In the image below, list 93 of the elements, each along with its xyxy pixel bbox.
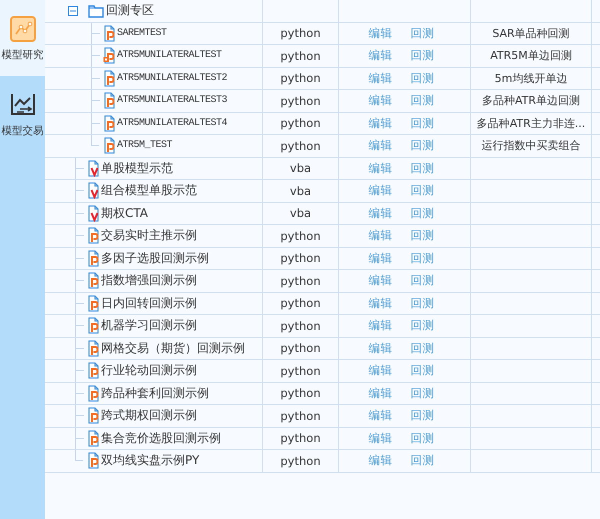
item-name: 集合竞价选股回测示例 — [101, 430, 221, 447]
item-name: 网格交易（期货）回测示例 — [101, 340, 245, 357]
edit-link[interactable]: 编辑 — [368, 206, 392, 221]
backtest-link[interactable]: 回测 — [410, 206, 434, 221]
language-label: python — [280, 26, 321, 40]
edit-link[interactable]: 编辑 — [368, 340, 392, 356]
language-label: python — [280, 274, 321, 288]
description-text: 多品种ATR单边回测 — [482, 93, 580, 108]
edit-link[interactable]: 编辑 — [368, 296, 392, 311]
item-name: ATR5MUNILATERALTEST4 — [117, 118, 228, 129]
edit-link[interactable]: 编辑 — [368, 363, 392, 378]
backtest-link[interactable]: 回测 — [410, 340, 434, 356]
backtest-link[interactable]: 回测 — [410, 116, 434, 131]
item-name: 回测专区 — [106, 2, 154, 20]
item-name: 组合模型单股示范 — [101, 182, 197, 200]
language-label: vba — [290, 184, 312, 198]
backtest-link[interactable]: 回测 — [410, 273, 434, 288]
backtest-link[interactable]: 回测 — [410, 363, 434, 378]
language-label: vba — [290, 206, 312, 220]
description-text: 5m均线开单边 — [494, 70, 568, 86]
edit-link[interactable]: 编辑 — [368, 93, 392, 108]
language-label: python — [280, 341, 321, 356]
edit-link[interactable]: 编辑 — [368, 430, 392, 446]
item-name: ATR5MUNILATERALTEST2 — [117, 72, 228, 84]
backtest-link[interactable]: 回测 — [410, 160, 434, 176]
edit-link[interactable]: 编辑 — [368, 26, 392, 41]
item-name: 多因子选股回测示例 — [101, 250, 209, 267]
item-name: 机器学习回测示例 — [101, 317, 197, 334]
edit-link[interactable]: 编辑 — [368, 70, 392, 86]
item-name: 期权CTA — [101, 204, 148, 222]
item-name: 单股模型示范 — [101, 160, 173, 177]
backtest-link[interactable]: 回测 — [410, 430, 434, 446]
item-name: ATR5MUNILATERALTEST3 — [117, 95, 228, 106]
language-label: python — [280, 386, 321, 400]
language-label: python — [280, 364, 321, 378]
language-label: python — [280, 116, 321, 130]
edit-link[interactable]: 编辑 — [368, 160, 392, 176]
edit-link[interactable]: 编辑 — [368, 48, 392, 64]
item-name: 双均线实盘示例PY — [101, 452, 200, 470]
description-text: 运行指数中买卖组合 — [482, 138, 580, 154]
sidebar-item[interactable]: 模型研究 — [0, 0, 45, 76]
item-name: ATR5MUNILATERALTEST — [117, 50, 222, 62]
language-label: python — [280, 431, 321, 446]
language-label: vba — [290, 161, 312, 176]
edit-link[interactable]: 编辑 — [368, 273, 392, 288]
backtest-link[interactable]: 回测 — [410, 93, 434, 108]
item-name: 指数增强回测示例 — [101, 272, 197, 290]
backtest-link[interactable]: 回测 — [410, 386, 434, 401]
item-name: 交易实时主推示例 — [101, 227, 197, 244]
language-label: python — [280, 251, 321, 266]
language-label: python — [280, 71, 321, 86]
language-label: python — [280, 318, 321, 333]
item-name: 日内回转回测示例 — [101, 294, 197, 312]
edit-link[interactable]: 编辑 — [368, 250, 392, 266]
backtest-link[interactable]: 回测 — [410, 318, 434, 334]
backtest-link[interactable]: 回测 — [410, 453, 434, 468]
backtest-link[interactable]: 回测 — [410, 183, 434, 198]
backtest-link[interactable]: 回测 — [410, 250, 434, 266]
backtest-link[interactable]: 回测 — [410, 138, 434, 154]
edit-link[interactable]: 编辑 — [368, 386, 392, 401]
item-name: 行业轮动回测示例 — [101, 362, 197, 380]
language-label: python — [280, 408, 321, 423]
item-name: ATR5M_TEST — [117, 140, 172, 152]
edit-link[interactable]: 编辑 — [368, 453, 392, 468]
edit-link[interactable]: 编辑 — [368, 318, 392, 334]
description-text: 多品种ATR主力非连... — [476, 116, 586, 131]
collapse-toggle[interactable] — [68, 6, 78, 16]
item-name: 跨品种套利回测示例 — [101, 384, 209, 402]
language-label: python — [280, 296, 321, 310]
backtest-link[interactable]: 回测 — [410, 48, 434, 64]
chart-board-icon — [8, 14, 38, 42]
language-label: python — [280, 228, 321, 243]
backtest-link[interactable]: 回测 — [410, 408, 434, 424]
item-name: SAREMTEST — [117, 28, 167, 39]
minus-icon — [68, 6, 78, 16]
language-label: python — [280, 138, 321, 153]
item-name: 跨式期权回测示例 — [101, 407, 197, 424]
folder-icon — [88, 3, 104, 18]
edit-link[interactable]: 编辑 — [368, 408, 392, 424]
backtest-link[interactable]: 回测 — [410, 70, 434, 86]
edit-link[interactable]: 编辑 — [368, 228, 392, 244]
sidebar-item[interactable]: 模型交易 — [0, 76, 45, 152]
language-label: python — [280, 48, 321, 63]
edit-link[interactable]: 编辑 — [368, 116, 392, 131]
language-label: python — [280, 454, 321, 468]
backtest-link[interactable]: 回测 — [410, 296, 434, 311]
backtest-link[interactable]: 回测 — [410, 26, 434, 41]
description-text: ATR5M单边回测 — [490, 48, 572, 64]
backtest-link[interactable]: 回测 — [410, 228, 434, 244]
edit-link[interactable]: 编辑 — [368, 138, 392, 154]
description-text: SAR单品种回测 — [492, 26, 570, 41]
edit-link[interactable]: 编辑 — [368, 183, 392, 198]
language-label: python — [280, 94, 321, 108]
